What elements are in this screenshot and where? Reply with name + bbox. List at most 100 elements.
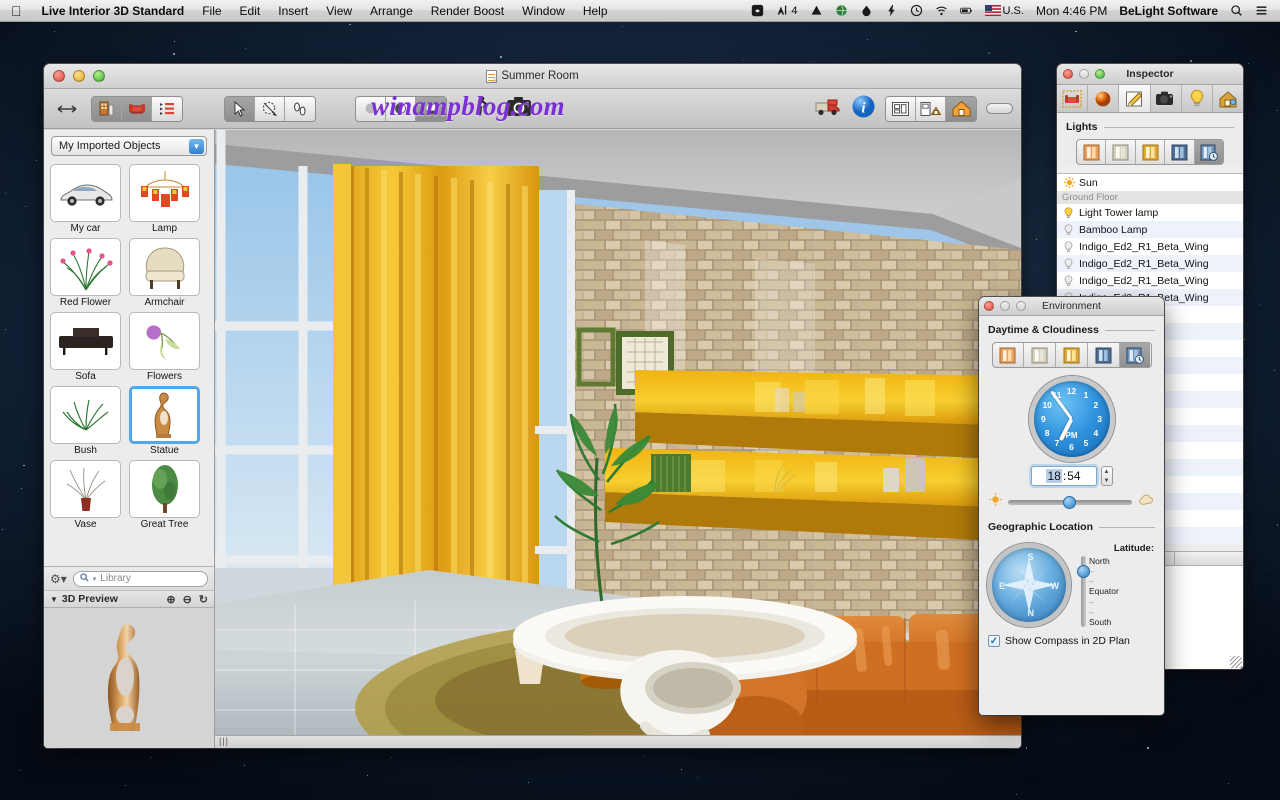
cloud-mode-auto-time[interactable] [1119,343,1151,367]
zoom-in-icon[interactable]: ⊕ [166,593,175,606]
light-mode-3[interactable] [1136,140,1166,164]
environment-titlebar[interactable]: Environment [979,297,1164,316]
stepper-up-arrow[interactable]: ▲ [1102,467,1112,476]
3d-view-button[interactable] [946,96,976,121]
info-icon[interactable]: i [851,94,876,124]
analog-clock-wrapper[interactable]: 12 1 2 3 4 5 6 7 8 9 10 11 PM [979,376,1164,462]
lightbulb-on-icon[interactable] [1064,206,1073,219]
app-badge-icon[interactable]: 4 [770,4,803,17]
spotlight-search-icon[interactable] [1224,4,1249,17]
app-menu-title[interactable]: Live Interior 3D Standard [33,4,194,18]
library-item-great-tree[interactable]: Great Tree [129,460,200,531]
library-item-lamp[interactable]: Lamp [129,164,200,235]
time-stepper[interactable]: ▲ ▼ [1100,466,1113,486]
tab-camera[interactable] [1151,85,1182,112]
dropbox-icon[interactable] [745,4,770,17]
latitude-slider-knob[interactable] [1077,564,1090,578]
light-mode-2[interactable] [1106,140,1136,164]
split-view-button[interactable] [916,96,946,121]
cloud-mode-night[interactable] [1088,343,1120,367]
library-item-vase[interactable]: Vase [50,460,121,531]
show-compass-checkbox[interactable]: ✓ [988,635,1000,647]
battery-icon[interactable] [954,4,979,17]
gear-icon[interactable]: ⚙▾ [50,572,67,586]
notification-center-icon[interactable] [1249,4,1274,17]
menu-render-boost[interactable]: Render Boost [422,4,513,18]
inspector-resize-grip[interactable] [1230,656,1242,668]
reset-rotation-icon[interactable]: ↻ [199,593,208,606]
tab-environment[interactable] [1213,85,1243,112]
show-compass-checkbox-row[interactable]: ✓ Show Compass in 2D Plan [979,627,1164,647]
toolbar-toggle-pill[interactable] [986,103,1013,114]
library-category-popup[interactable]: My Imported Objects ▼ [51,136,207,156]
time-input[interactable]: 18 : 54 [1030,466,1097,486]
lightbulb-off-icon[interactable] [1064,257,1073,270]
google-drive-icon[interactable] [804,4,829,17]
list-view-button[interactable] [152,96,182,121]
menu-view[interactable]: View [317,4,361,18]
cloud-mode-sunset[interactable] [993,343,1025,367]
list-item[interactable]: Sun [1057,174,1243,191]
tab-object[interactable] [1057,85,1089,112]
3d-viewport[interactable]: ||| [215,130,1021,748]
library-item-red-flower[interactable]: Red Flower [50,238,121,309]
compass-dial[interactable]: N E S W [987,543,1071,627]
light-mode-1[interactable] [1077,140,1107,164]
tab-lights[interactable] [1182,85,1213,112]
cloudiness-slider-track[interactable] [1008,495,1132,509]
library-item-my-car[interactable]: My car [50,164,121,235]
building-view-button[interactable] [92,96,122,121]
list-item[interactable]: Indigo_Ed2_R1_Beta_Wing [1057,255,1243,272]
list-item[interactable]: Bamboo Lamp [1057,221,1243,238]
time-hours[interactable]: 18 [1046,469,1062,483]
cloud-mode-sunny[interactable] [1056,343,1088,367]
time-machine-icon[interactable] [904,4,929,17]
droplet-icon[interactable] [854,4,879,17]
library-item-armchair[interactable]: Armchair [129,238,200,309]
cloudiness-slider-knob[interactable] [1062,495,1076,509]
lightbulb-off-icon[interactable] [1064,240,1073,253]
tab-edit[interactable] [1119,85,1151,112]
menubar-clock[interactable]: Mon 4:46 PM [1030,4,1113,18]
light-mode-4[interactable] [1165,140,1195,164]
menu-edit[interactable]: Edit [231,4,270,18]
furniture-view-button[interactable] [122,96,152,121]
input-source-flag-icon[interactable]: U.S. [979,5,1030,17]
inspector-titlebar[interactable]: Inspector [1057,64,1243,85]
library-item-sofa[interactable]: Sofa [50,312,121,383]
zoom-out-icon[interactable]: ⊖ [183,593,192,606]
menu-window[interactable]: Window [513,4,574,18]
wifi-icon[interactable] [929,4,954,17]
cloud-mode-overcast[interactable] [1024,343,1057,367]
time-minutes[interactable]: 54 [1067,469,1080,483]
list-item[interactable]: Indigo_Ed2_R1_Beta_Wing [1057,272,1243,289]
library-item-flowers[interactable]: Flowers [129,312,200,383]
list-item[interactable]: Indigo_Ed2_R1_Beta_Wing [1057,238,1243,255]
menu-insert[interactable]: Insert [269,4,317,18]
plan-2d-view-button[interactable] [886,96,916,121]
light-mode-auto[interactable] [1194,140,1223,164]
lightbulb-off-icon[interactable] [1064,223,1073,236]
walk-tool[interactable] [285,96,315,121]
close-button[interactable] [53,70,65,82]
apple-menu-icon[interactable]:  [0,4,33,18]
library-item-statue[interactable]: Statue [129,386,200,457]
globe-icon[interactable] [829,4,854,17]
power-icon[interactable] [879,4,904,17]
menu-file[interactable]: File [193,4,230,18]
minimize-button[interactable] [73,70,85,82]
stepper-down-arrow[interactable]: ▼ [1102,476,1112,485]
tab-material[interactable] [1088,85,1120,112]
document-titlebar[interactable]: Summer Room [44,64,1021,89]
preview-3d-canvas[interactable] [44,608,214,748]
menu-arrange[interactable]: Arrange [361,4,422,18]
library-item-bush[interactable]: Bush [50,386,121,457]
resize-grip[interactable]: ||| [219,736,229,746]
moving-truck-icon[interactable] [815,96,842,122]
menu-help[interactable]: Help [574,4,617,18]
zoom-button[interactable] [93,70,105,82]
library-search-input[interactable]: ▾ Library [72,570,208,587]
list-item[interactable]: Light Tower lamp [1057,204,1243,221]
latitude-slider-track[interactable] [1077,556,1090,627]
menubar-user-name[interactable]: BeLight Software [1113,4,1224,18]
